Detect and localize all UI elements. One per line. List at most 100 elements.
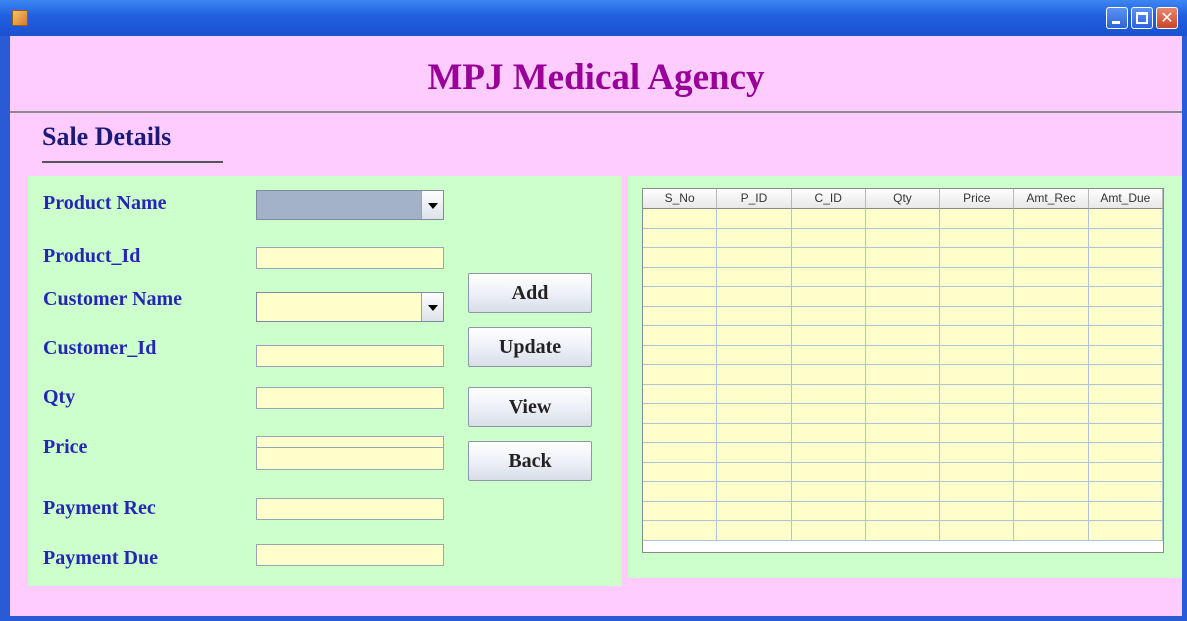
table-cell[interactable] [1088,365,1163,385]
table-row[interactable] [643,326,1163,346]
table-cell[interactable] [865,228,941,248]
table-cell[interactable] [717,462,792,482]
table-cell[interactable] [1014,404,1089,424]
column-header-amt_due[interactable]: Amt_Due [1088,189,1163,209]
table-cell[interactable] [865,287,941,307]
table-cell[interactable] [940,287,1015,307]
table-cell[interactable] [643,384,718,404]
table-row[interactable] [643,345,1163,365]
table-cell[interactable] [717,501,792,521]
add-button[interactable]: Add [468,273,592,313]
table-cell[interactable] [1088,521,1163,541]
table-cell[interactable] [1088,482,1163,502]
table-cell[interactable] [643,423,718,443]
table-cell[interactable] [865,248,941,268]
table-cell[interactable] [865,345,941,365]
table-row[interactable] [643,404,1163,424]
table-row[interactable] [643,443,1163,463]
table-cell[interactable] [791,345,866,365]
table-cell[interactable] [1014,228,1089,248]
table-cell[interactable] [643,482,718,502]
table-row[interactable] [643,228,1163,248]
table-cell[interactable] [1014,345,1089,365]
table-cell[interactable] [791,287,866,307]
table-cell[interactable] [940,462,1015,482]
table-cell[interactable] [865,306,941,326]
table-cell[interactable] [1014,209,1089,229]
table-row[interactable] [643,384,1163,404]
table-cell[interactable] [865,365,941,385]
table-cell[interactable] [717,345,792,365]
table-cell[interactable] [940,228,1015,248]
maximize-button[interactable] [1131,7,1153,29]
table-row[interactable] [643,423,1163,443]
column-header-qty[interactable]: Qty [865,189,941,209]
table-cell[interactable] [940,384,1015,404]
table-cell[interactable] [791,404,866,424]
table-cell[interactable] [1088,228,1163,248]
table-cell[interactable] [791,248,866,268]
table-cell[interactable] [643,287,718,307]
table-cell[interactable] [1014,267,1089,287]
table-cell[interactable] [1088,462,1163,482]
table-cell[interactable] [643,443,718,463]
column-header-c_id[interactable]: C_ID [791,189,866,209]
table-cell[interactable] [940,306,1015,326]
table-cell[interactable] [865,482,941,502]
table-cell[interactable] [717,287,792,307]
table-cell[interactable] [643,306,718,326]
table-cell[interactable] [791,521,866,541]
table-cell[interactable] [1014,462,1089,482]
table-cell[interactable] [1088,209,1163,229]
table-cell[interactable] [940,209,1015,229]
table-cell[interactable] [1014,287,1089,307]
table-cell[interactable] [1014,423,1089,443]
table-cell[interactable] [717,443,792,463]
table-cell[interactable] [1088,326,1163,346]
table-row[interactable] [643,306,1163,326]
table-cell[interactable] [791,462,866,482]
table-cell[interactable] [1014,384,1089,404]
table-cell[interactable] [643,501,718,521]
table-cell[interactable] [643,345,718,365]
table-cell[interactable] [643,326,718,346]
product-name-combo[interactable] [256,190,444,220]
table-row[interactable] [643,287,1163,307]
close-button[interactable]: ✕ [1156,7,1178,29]
payment-due-field[interactable] [256,544,444,566]
table-cell[interactable] [717,228,792,248]
qty-field[interactable] [256,387,444,409]
table-row[interactable] [643,365,1163,385]
table-row[interactable] [643,501,1163,521]
table-row[interactable] [643,482,1163,502]
table-cell[interactable] [940,521,1015,541]
table-cell[interactable] [865,404,941,424]
table-cell[interactable] [940,482,1015,502]
product-name-dropdown-button[interactable] [421,191,443,219]
table-cell[interactable] [791,228,866,248]
table-cell[interactable] [865,443,941,463]
table-cell[interactable] [791,365,866,385]
table-cell[interactable] [865,423,941,443]
table-cell[interactable] [940,423,1015,443]
table-cell[interactable] [1088,306,1163,326]
customer-name-combo[interactable] [256,292,444,322]
table-cell[interactable] [865,462,941,482]
table-cell[interactable] [643,209,718,229]
table-cell[interactable] [1014,326,1089,346]
table-cell[interactable] [717,423,792,443]
table-cell[interactable] [940,267,1015,287]
table-cell[interactable] [940,404,1015,424]
table-cell[interactable] [865,267,941,287]
sales-table[interactable]: S_No P_ID C_ID Qty Price Amt_Rec Amt_Due [642,188,1164,553]
table-cell[interactable] [717,267,792,287]
table-cell[interactable] [717,326,792,346]
table-cell[interactable] [1088,501,1163,521]
table-cell[interactable] [791,384,866,404]
table-cell[interactable] [643,267,718,287]
table-cell[interactable] [791,501,866,521]
table-cell[interactable] [1014,482,1089,502]
table-cell[interactable] [940,501,1015,521]
table-cell[interactable] [1088,404,1163,424]
table-cell[interactable] [1088,443,1163,463]
